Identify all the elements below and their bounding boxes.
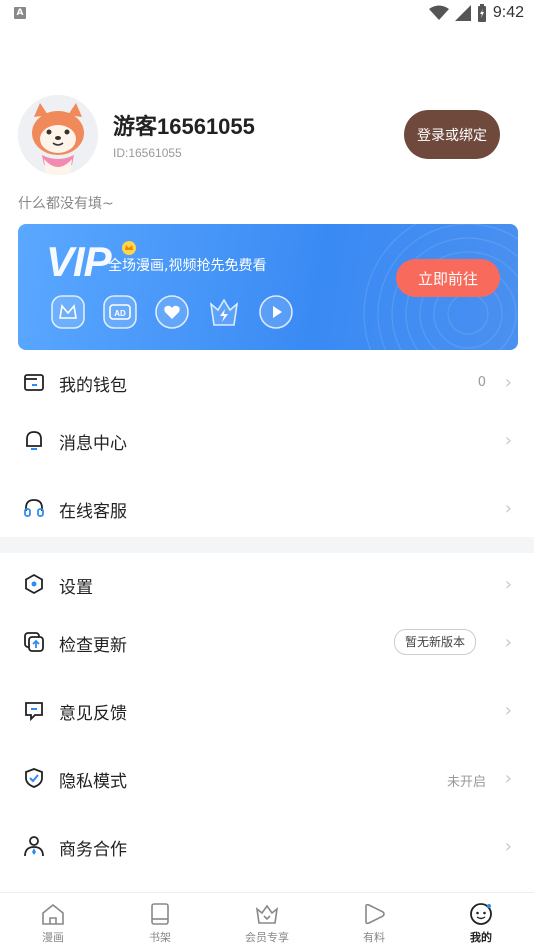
status-bar: A 9:42 bbox=[0, 0, 534, 28]
tab-label: 书架 bbox=[149, 931, 171, 944]
tab-comics[interactable]: 漫画 bbox=[13, 899, 93, 949]
login-bind-button[interactable]: 登录或绑定 bbox=[404, 110, 500, 159]
menu-check-update[interactable]: 检查更新 暂无新版本 › bbox=[0, 614, 534, 670]
menu-label: 消息中心 bbox=[59, 434, 127, 454]
shiba-dog-avatar-icon bbox=[18, 95, 98, 175]
bell-icon bbox=[26, 431, 42, 450]
play-icon bbox=[259, 295, 293, 329]
menu-label: 意见反馈 bbox=[59, 704, 127, 724]
chevron-right-icon: › bbox=[504, 632, 512, 653]
wallet-balance: 0 bbox=[477, 375, 486, 390]
vip-perks: AD bbox=[50, 294, 294, 330]
m-badge-icon bbox=[51, 295, 85, 329]
notification-a-icon: A bbox=[14, 7, 26, 19]
svg-text:AD: AD bbox=[114, 309, 126, 318]
menu-feedback[interactable]: 意见反馈 › bbox=[0, 682, 534, 738]
menu-label: 隐私模式 bbox=[59, 772, 127, 792]
chevron-right-icon: › bbox=[504, 498, 512, 519]
wifi-icon bbox=[428, 5, 449, 20]
tab-mine[interactable]: 我的 bbox=[441, 899, 521, 949]
section-divider bbox=[0, 537, 534, 553]
book-icon bbox=[151, 903, 169, 925]
tab-youliao[interactable]: 有料 bbox=[334, 899, 414, 949]
heart-icon bbox=[155, 295, 189, 329]
menu-label: 我的钱包 bbox=[59, 376, 127, 396]
vip-crown-icon bbox=[255, 904, 279, 924]
crown-lightning-icon bbox=[209, 298, 239, 326]
signal-icon bbox=[454, 5, 471, 21]
chevron-right-icon: › bbox=[504, 836, 512, 857]
vip-slogan: 全场漫画,视频抢先免费看 bbox=[108, 258, 267, 274]
menu-business[interactable]: 商务合作 › bbox=[0, 818, 534, 874]
tab-vip[interactable]: 会员专享 bbox=[227, 899, 307, 949]
chevron-right-icon: › bbox=[504, 768, 512, 789]
tab-label: 会员专享 bbox=[245, 931, 289, 944]
menu-label: 在线客服 bbox=[59, 502, 127, 522]
battery-icon bbox=[477, 4, 486, 22]
menu-support[interactable]: 在线客服 › bbox=[0, 480, 534, 536]
profile-header: 游客16561055 ID:16561055 登录或绑定 bbox=[0, 90, 534, 190]
tab-label: 漫画 bbox=[42, 931, 64, 944]
status-time: 9:42 bbox=[492, 4, 524, 21]
vip-title: VIP bbox=[46, 238, 112, 285]
username: 游客16561055 bbox=[113, 114, 255, 139]
avatar[interactable] bbox=[18, 95, 98, 175]
update-icon bbox=[24, 632, 44, 652]
wallet-icon bbox=[24, 374, 44, 391]
settings-hexagon-icon bbox=[25, 573, 43, 595]
status-right: 9:42 bbox=[428, 4, 524, 22]
play-icon bbox=[365, 903, 385, 925]
chevron-right-icon: › bbox=[504, 372, 512, 393]
update-status-badge: 暂无新版本 bbox=[393, 629, 476, 655]
headset-icon bbox=[24, 499, 44, 517]
tab-bookshelf[interactable]: 书架 bbox=[120, 899, 200, 949]
menu-privacy[interactable]: 隐私模式 未开启 › bbox=[0, 750, 534, 806]
home-icon bbox=[42, 903, 64, 925]
chevron-right-icon: › bbox=[504, 574, 512, 595]
bio-text[interactable]: 什么都没有填~ bbox=[18, 193, 114, 213]
menu-label: 商务合作 bbox=[59, 840, 127, 860]
tab-label: 有料 bbox=[363, 931, 385, 944]
vip-banner[interactable]: VIP 全场漫画,视频抢先免费看 立即前往 AD bbox=[18, 224, 518, 350]
user-id: ID:16561055 bbox=[113, 146, 182, 160]
profile-face-icon bbox=[470, 903, 492, 925]
menu-settings[interactable]: 设置 › bbox=[0, 556, 534, 612]
menu-wallet[interactable]: 我的钱包 0 › bbox=[0, 354, 534, 410]
bottom-tab-bar: 漫画 书架 会员专享 有料 我的 bbox=[0, 892, 534, 951]
business-person-icon bbox=[24, 836, 44, 857]
ad-free-icon: AD bbox=[103, 295, 137, 329]
chevron-right-icon: › bbox=[504, 700, 512, 721]
menu-label: 检查更新 bbox=[59, 636, 127, 656]
feedback-icon bbox=[25, 702, 43, 721]
menu-messages[interactable]: 消息中心 › bbox=[0, 412, 534, 468]
tab-label: 我的 bbox=[470, 931, 492, 944]
shield-check-icon bbox=[25, 768, 43, 788]
chevron-right-icon: › bbox=[504, 430, 512, 451]
vip-go-button[interactable]: 立即前往 bbox=[396, 259, 500, 297]
vip-crown-icon bbox=[122, 241, 136, 255]
privacy-status: 未开启 bbox=[446, 775, 486, 790]
menu-label: 设置 bbox=[59, 578, 93, 598]
